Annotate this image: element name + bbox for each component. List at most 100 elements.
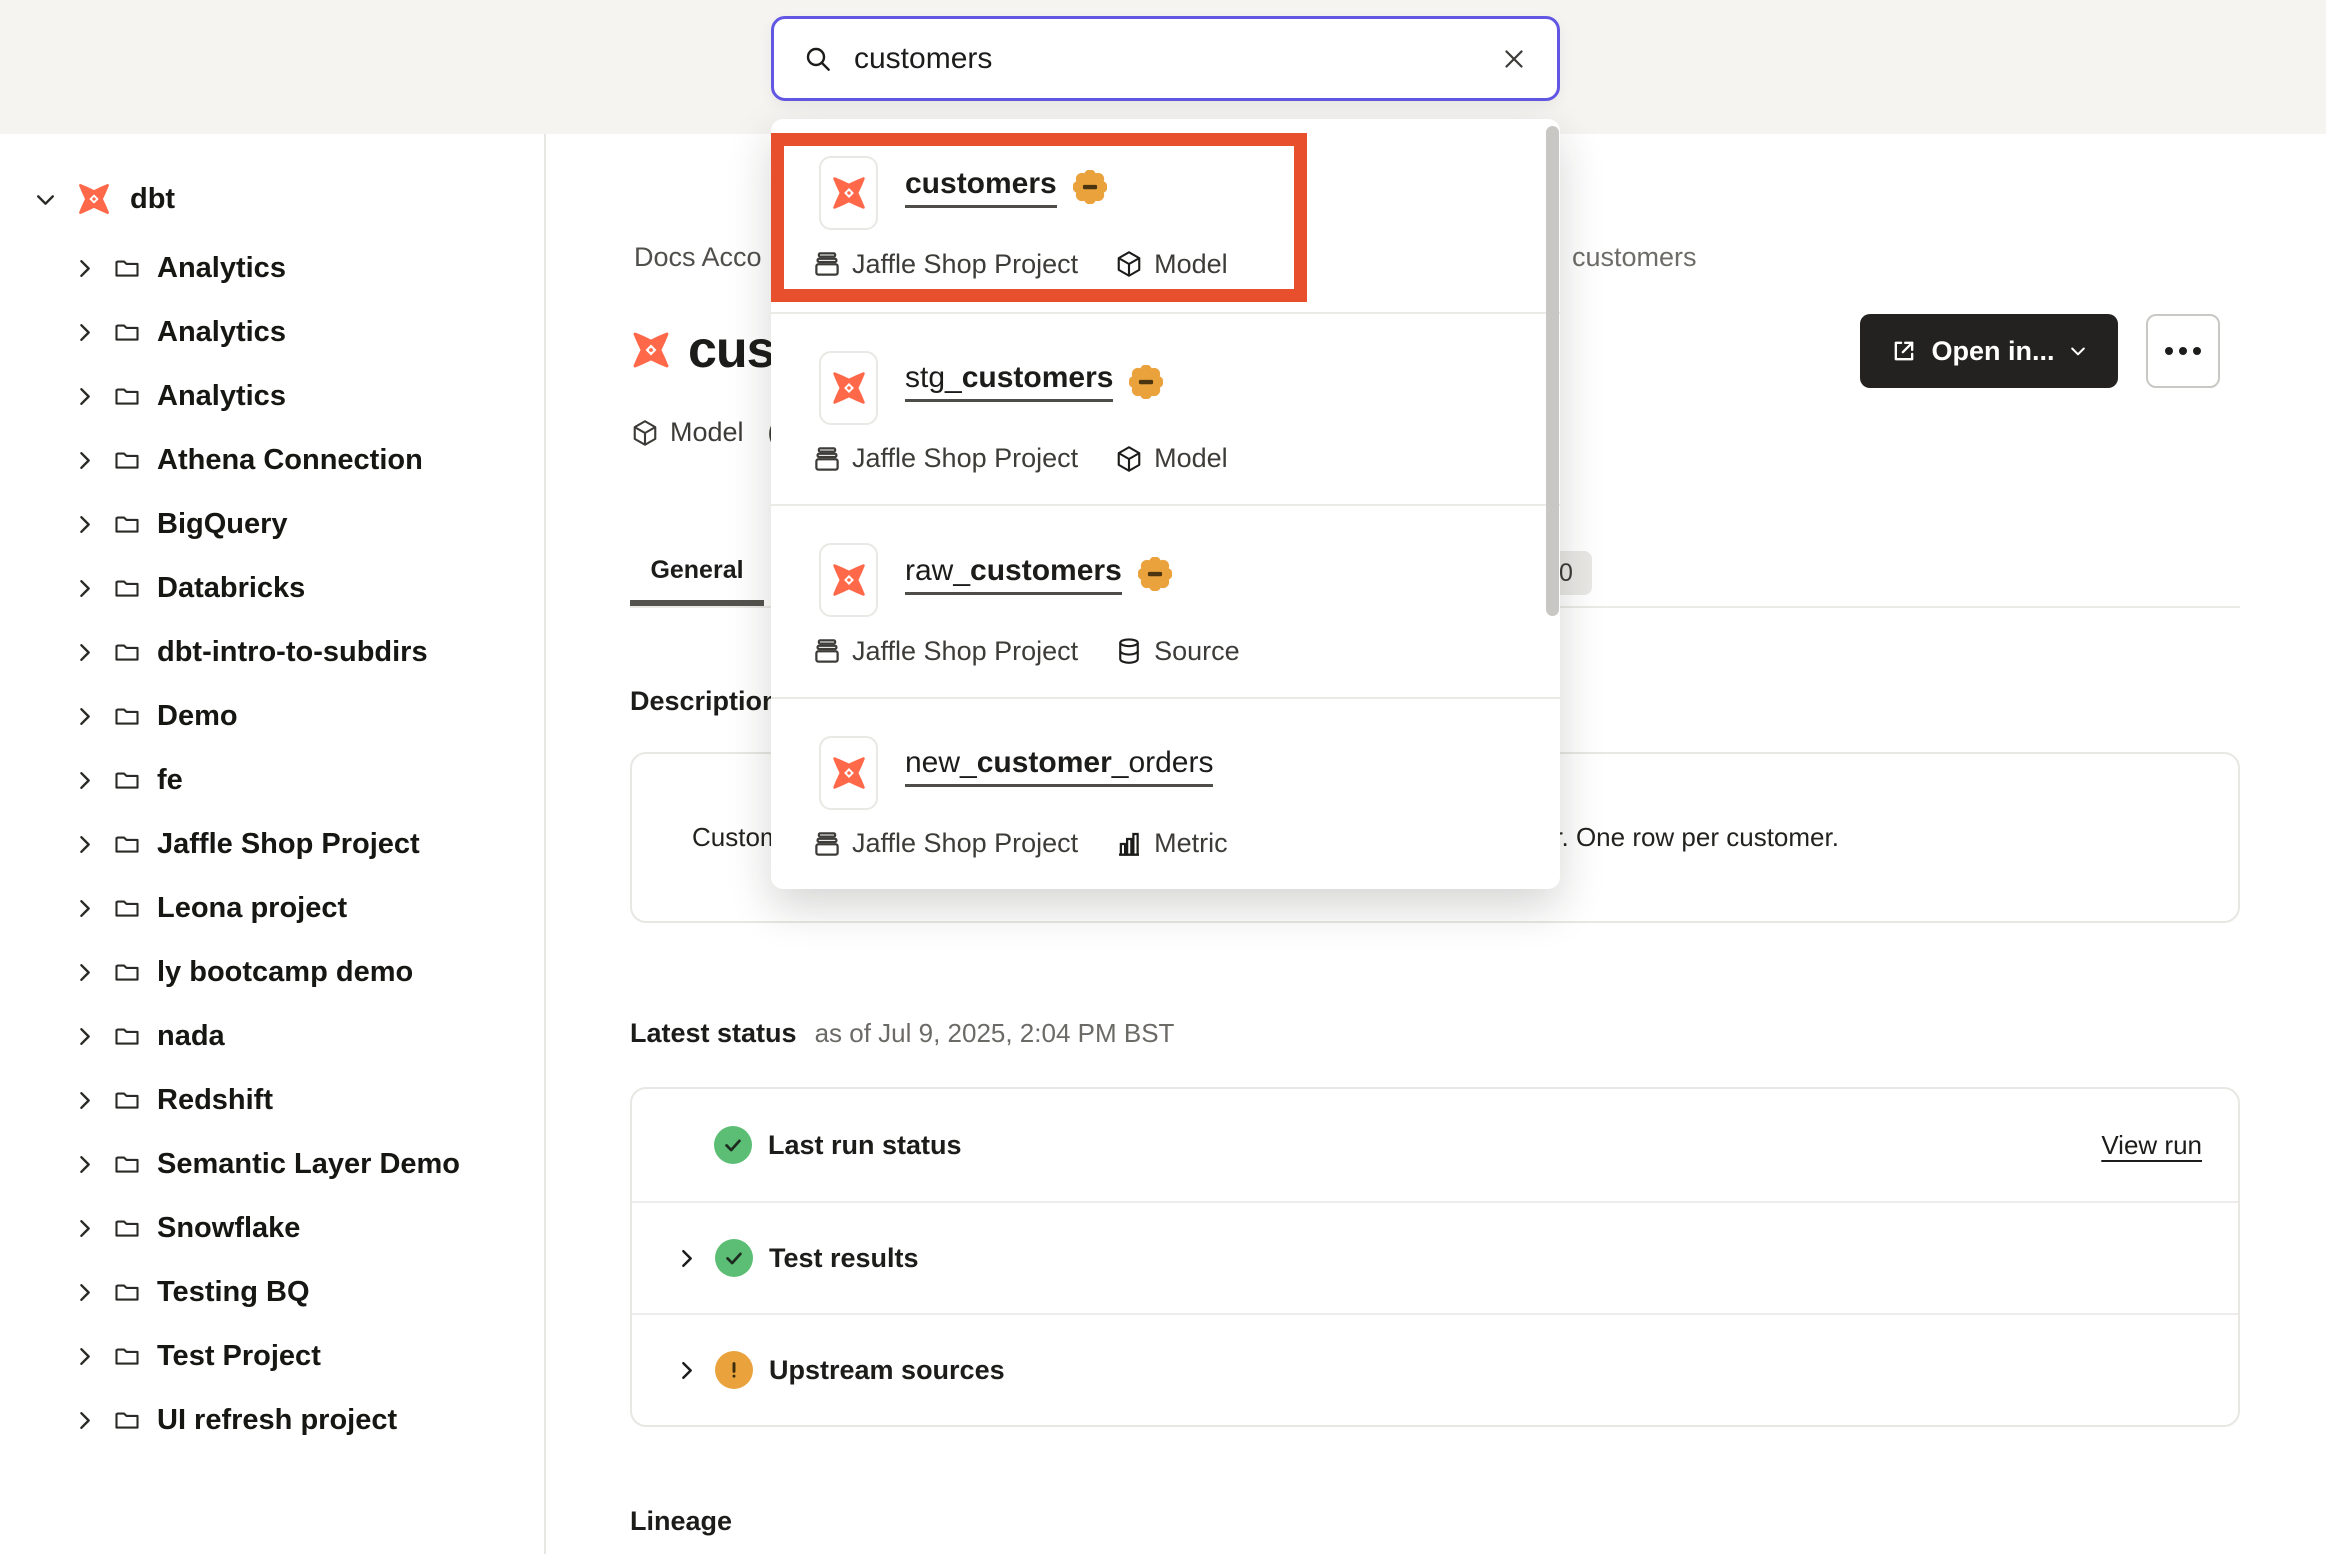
result-name-link[interactable]: new_customer_orders — [905, 746, 1213, 787]
sidebar-tree-item[interactable]: Redshift — [0, 1068, 544, 1132]
search-result-item[interactable]: stg_customers Jaffle Shop Project Model — [771, 312, 1560, 505]
more-actions-button[interactable] — [2146, 314, 2220, 388]
sidebar-tree-item[interactable]: Leona project — [0, 876, 544, 940]
folder-icon — [113, 1150, 141, 1178]
dbt-logo-icon — [830, 369, 868, 407]
chevron-right-icon[interactable] — [72, 1408, 97, 1433]
result-resource-tile — [819, 736, 878, 810]
folder-icon — [113, 574, 141, 602]
sidebar-tree-item[interactable]: BigQuery — [0, 492, 544, 556]
folder-icon — [113, 1278, 141, 1306]
chevron-right-icon[interactable] — [72, 640, 97, 665]
sidebar-tree-item[interactable]: ly bootcamp demo — [0, 940, 544, 1004]
resource-type-row: Model ( — [630, 417, 777, 448]
sidebar-tree-item[interactable]: fe — [0, 748, 544, 812]
chevron-right-icon[interactable] — [72, 256, 97, 281]
search-icon — [802, 43, 834, 75]
result-name-link[interactable]: raw_customers — [905, 554, 1122, 595]
resource-type-label: Model — [670, 417, 744, 448]
result-resource-tile — [819, 351, 878, 425]
chevron-down-icon[interactable] — [33, 187, 58, 212]
chevron-right-icon[interactable] — [72, 1280, 97, 1305]
sidebar-tree-item[interactable]: Test Project — [0, 1324, 544, 1388]
sidebar-tree-item[interactable]: Snowflake — [0, 1196, 544, 1260]
sidebar-tree-item[interactable]: Athena Connection — [0, 428, 544, 492]
sidebar-item-label: Jaffle Shop Project — [157, 828, 420, 861]
result-name-link[interactable]: stg_customers — [905, 361, 1113, 402]
sidebar-tree-item[interactable]: dbt-intro-to-subdirs — [0, 620, 544, 684]
test-results-row[interactable]: Test results — [632, 1201, 2238, 1313]
sidebar-tree-item[interactable]: Testing BQ — [0, 1260, 544, 1324]
folder-icon — [113, 1342, 141, 1370]
dbt-logo-icon — [630, 329, 672, 371]
chevron-right-icon[interactable] — [72, 1088, 97, 1113]
sidebar-item-label: Snowflake — [157, 1212, 300, 1245]
view-run-link[interactable]: View run — [2101, 1130, 2202, 1161]
folder-icon — [113, 382, 141, 410]
search-result-item[interactable]: new_customer_orders Jaffle Shop Project … — [771, 697, 1560, 890]
open-in-button[interactable]: Open in... — [1860, 314, 2118, 388]
sidebar-item-label: Analytics — [157, 380, 286, 413]
sidebar-tree-item[interactable]: Databricks — [0, 556, 544, 620]
sidebar-tree-item[interactable]: Demo — [0, 684, 544, 748]
chevron-right-icon[interactable] — [72, 896, 97, 921]
latest-status-heading-row: Latest status as of Jul 9, 2025, 2:04 PM… — [630, 1018, 1174, 1049]
sidebar-tree-item[interactable]: Semantic Layer Demo — [0, 1132, 544, 1196]
chevron-right-icon[interactable] — [72, 768, 97, 793]
search-input[interactable] — [854, 42, 1479, 76]
dbt-logo-icon — [830, 561, 868, 599]
folder-icon — [113, 830, 141, 858]
folder-icon — [113, 958, 141, 986]
sidebar-tree-item[interactable]: Analytics — [0, 364, 544, 428]
folder-icon — [113, 254, 141, 282]
chevron-right-icon[interactable] — [674, 1358, 699, 1383]
chevron-right-icon[interactable] — [72, 960, 97, 985]
chevron-right-icon[interactable] — [72, 1152, 97, 1177]
chevron-right-icon[interactable] — [72, 704, 97, 729]
sidebar-tree-item[interactable]: UI refresh project — [0, 1388, 544, 1452]
sidebar-root-dbt[interactable]: dbt — [0, 167, 544, 231]
chevron-right-icon[interactable] — [72, 320, 97, 345]
chevron-right-icon[interactable] — [72, 1344, 97, 1369]
breadcrumb[interactable]: Docs Acco — [634, 242, 762, 273]
chevron-right-icon[interactable] — [72, 1024, 97, 1049]
model-cube-icon — [1114, 249, 1144, 279]
chevron-right-icon[interactable] — [72, 576, 97, 601]
success-check-icon — [714, 1126, 752, 1164]
chevron-right-icon[interactable] — [674, 1246, 699, 1271]
folder-icon — [113, 894, 141, 922]
chevron-right-icon[interactable] — [72, 384, 97, 409]
latest-status-card: Last run status View run Test results Up… — [630, 1087, 2240, 1427]
chevron-right-icon[interactable] — [72, 832, 97, 857]
search-result-item[interactable]: customers Jaffle Shop Project Model — [771, 119, 1560, 312]
health-seal-badge-icon — [1073, 170, 1107, 204]
model-cube-icon — [1114, 444, 1144, 474]
close-icon[interactable] — [1499, 44, 1529, 74]
external-link-icon — [1890, 337, 1918, 365]
breadcrumb-current: customers — [1572, 242, 1697, 273]
search-result-item[interactable]: raw_customers Jaffle Shop Project Source — [771, 504, 1560, 697]
upstream-sources-row[interactable]: Upstream sources — [632, 1313, 2238, 1425]
folder-icon — [113, 318, 141, 346]
sidebar-item-label: Semantic Layer Demo — [157, 1148, 460, 1181]
sidebar-item-label: Test Project — [157, 1340, 321, 1373]
sidebar-item-label: Analytics — [157, 252, 286, 285]
sidebar-tree-item[interactable]: Analytics — [0, 236, 544, 300]
result-resource-tile — [819, 543, 878, 617]
sidebar-tree-item[interactable]: Analytics — [0, 300, 544, 364]
result-name-link[interactable]: customers — [905, 167, 1057, 208]
chevron-right-icon[interactable] — [72, 512, 97, 537]
tab-general[interactable]: General — [630, 556, 764, 585]
chevron-right-icon[interactable] — [72, 1216, 97, 1241]
project-icon — [812, 249, 842, 279]
dropdown-scrollbar[interactable] — [1546, 126, 1559, 616]
sidebar-tree-item[interactable]: nada — [0, 1004, 544, 1068]
sidebar-tree-item[interactable]: Jaffle Shop Project — [0, 812, 544, 876]
folder-icon — [113, 1214, 141, 1242]
sidebar-item-label: nada — [157, 1020, 225, 1053]
last-run-status-row: Last run status View run — [632, 1089, 2238, 1201]
sidebar-item-label: fe — [157, 764, 183, 797]
sidebar-item-label: ly bootcamp demo — [157, 956, 413, 989]
chevron-right-icon[interactable] — [72, 448, 97, 473]
global-search-bar[interactable] — [771, 16, 1560, 101]
